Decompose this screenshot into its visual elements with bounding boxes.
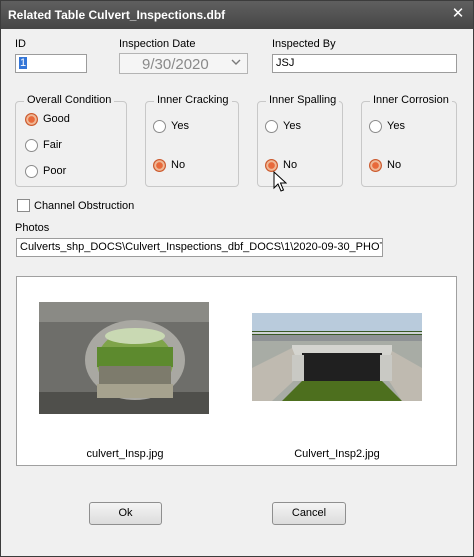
- photos-path-value: Culverts_shp_DOCS\Culvert_Inspections_db…: [20, 241, 383, 253]
- chevron-down-icon[interactable]: [231, 59, 241, 66]
- radio-selected-icon: [153, 159, 166, 172]
- inspection-date-picker[interactable]: 9/30/2020: [119, 53, 248, 74]
- id-value: 1: [19, 57, 28, 69]
- radio-corrosion-yes[interactable]: Yes: [369, 120, 439, 136]
- photos-label: Photos: [15, 222, 50, 234]
- photo-2-caption: Culvert_Insp2.jpg: [294, 448, 380, 460]
- inspected-by-value: JSJ: [276, 57, 295, 69]
- ok-button[interactable]: Ok: [89, 502, 162, 525]
- photo-culvert-interior[interactable]: [39, 302, 209, 414]
- id-field[interactable]: 1: [15, 54, 87, 73]
- radio-corrosion-no[interactable]: No: [369, 159, 439, 175]
- radio-label: Yes: [171, 120, 189, 132]
- id-label: ID: [15, 38, 26, 50]
- radio-label: No: [171, 159, 186, 171]
- photo-culvert-exterior[interactable]: [252, 313, 422, 401]
- inner-cracking-title: Inner Cracking: [154, 94, 232, 106]
- radio-label: Good: [43, 113, 70, 125]
- title-bar: Related Table Culvert_Inspections.dbf ✕: [1, 1, 473, 29]
- channel-obstruction-label: Channel Obstruction: [34, 200, 135, 212]
- radio-spalling-yes[interactable]: Yes: [265, 120, 329, 136]
- radio-overall-good[interactable]: Good: [25, 113, 105, 129]
- dialog-window: Related Table Culvert_Inspections.dbf ✕ …: [0, 0, 474, 557]
- inspected-by-field[interactable]: JSJ: [272, 54, 457, 73]
- radio-cracking-yes[interactable]: Yes: [153, 120, 223, 136]
- inspection-date-label: Inspection Date: [119, 38, 196, 50]
- radio-icon: [265, 120, 278, 133]
- radio-icon: [369, 120, 382, 133]
- inspection-date-value: 9/30/2020: [142, 56, 209, 73]
- inner-corrosion-title: Inner Corrosion: [370, 94, 452, 106]
- channel-obstruction-checkbox[interactable]: [17, 199, 30, 212]
- inner-spalling-title: Inner Spalling: [266, 94, 340, 106]
- close-icon[interactable]: ✕: [449, 5, 467, 23]
- radio-label: No: [387, 159, 402, 171]
- radio-label: Yes: [387, 120, 405, 132]
- inspected-by-label: Inspected By: [272, 38, 336, 50]
- radio-selected-icon: [369, 159, 382, 172]
- radio-icon: [25, 165, 38, 178]
- photos-path-field[interactable]: Culverts_shp_DOCS\Culvert_Inspections_db…: [16, 238, 383, 257]
- radio-label: Poor: [43, 165, 67, 177]
- photo-1-caption: culvert_Insp.jpg: [86, 448, 164, 460]
- radio-label: Fair: [43, 139, 62, 151]
- radio-cracking-no[interactable]: No: [153, 159, 223, 175]
- radio-overall-poor[interactable]: Poor: [25, 165, 105, 181]
- radio-label: No: [283, 159, 298, 171]
- cancel-button[interactable]: Cancel: [272, 502, 346, 525]
- photos-panel: culvert_Insp.jpg Culvert_Insp2.jpg: [16, 276, 457, 466]
- mouse-cursor-icon: [273, 171, 287, 192]
- radio-overall-fair[interactable]: Fair: [25, 139, 105, 155]
- radio-icon: [25, 139, 38, 152]
- overall-condition-title: Overall Condition: [24, 94, 115, 106]
- radio-label: Yes: [283, 120, 301, 132]
- window-title: Related Table Culvert_Inspections.dbf: [8, 8, 226, 22]
- radio-icon: [153, 120, 166, 133]
- radio-selected-icon: [25, 113, 38, 126]
